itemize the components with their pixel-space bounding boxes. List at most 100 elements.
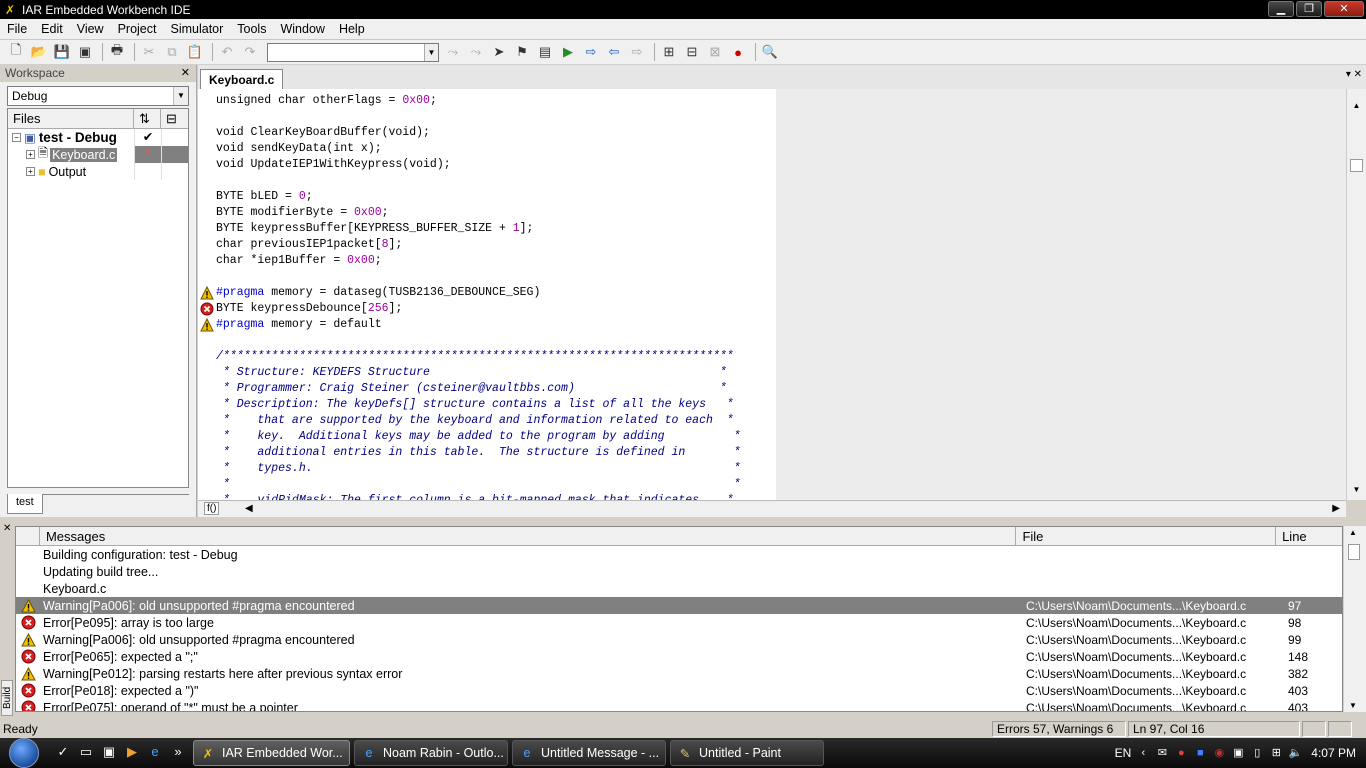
code-line[interactable]: * that are supported by the keyboard and… xyxy=(216,413,741,429)
expand-icon[interactable]: + xyxy=(26,150,35,159)
files-column-header[interactable]: Files xyxy=(8,109,134,128)
tab-test[interactable]: test xyxy=(7,494,43,514)
message-row[interactable]: Warning[Pe012]: parsing restarts here af… xyxy=(16,665,1342,682)
message-row[interactable]: Warning[Pa006]: old unsupported #pragma … xyxy=(16,597,1342,614)
scroll-thumb[interactable] xyxy=(1350,159,1363,172)
find-prev-icon[interactable]: ⤳ xyxy=(466,42,486,62)
code-line[interactable]: BYTE keypressDebounce[256]; xyxy=(200,301,741,317)
task-paint[interactable]: ✎ Untitled - Paint xyxy=(670,740,824,766)
code-line[interactable]: char *iep1Buffer = 0x00; xyxy=(216,253,741,269)
line-column-header[interactable]: Line xyxy=(1276,527,1342,545)
find-combo[interactable]: ▼ xyxy=(267,42,439,62)
menu-file[interactable]: File xyxy=(0,22,34,36)
expand-icon[interactable]: + xyxy=(26,167,35,176)
code-line[interactable]: * additional entries in this table. The … xyxy=(216,445,741,461)
messages-scrollbar[interactable]: ▲ ▼ xyxy=(1344,526,1366,712)
code-line[interactable]: void UpdateIEP1WithKeypress(void); xyxy=(216,157,741,173)
tray-app-icon[interactable]: ▣ xyxy=(1231,746,1245,760)
new-file-icon[interactable]: 🗋 xyxy=(6,42,26,62)
code-line[interactable]: BYTE modifierByte = 0x00; xyxy=(216,205,741,221)
code-text[interactable]: unsigned char otherFlags = 0x00; void Cle… xyxy=(200,93,741,509)
start-button[interactable] xyxy=(0,738,48,768)
message-row[interactable]: Updating build tree... xyxy=(16,563,1342,580)
undo-icon[interactable]: ↶ xyxy=(217,42,237,62)
menu-edit[interactable]: Edit xyxy=(34,22,70,36)
quick-launch-overflow-icon[interactable]: » xyxy=(169,744,187,762)
battery-icon[interactable]: ▯ xyxy=(1250,746,1264,760)
code-line[interactable]: * Structure: KEYDEFS Structure * xyxy=(216,365,741,381)
function-nav-button[interactable]: f() xyxy=(204,502,220,515)
compile-icon[interactable]: ⊞ xyxy=(659,42,679,62)
stop-build-icon[interactable]: ⊠ xyxy=(705,42,725,62)
code-line[interactable] xyxy=(216,173,741,189)
code-line[interactable]: BYTE bLED = 0; xyxy=(216,189,741,205)
clock[interactable]: 4:07 PM xyxy=(1311,746,1356,760)
network-icon[interactable]: ⊞ xyxy=(1269,746,1283,760)
code-editor[interactable]: unsigned char otherFlags = 0x00; void Cle… xyxy=(198,89,1346,507)
menu-help[interactable]: Help xyxy=(332,22,372,36)
language-indicator[interactable]: EN xyxy=(1115,746,1132,760)
tab-keyboard-c[interactable]: Keyboard.c xyxy=(200,69,284,89)
toggle-bookmark-icon[interactable]: ⚑ xyxy=(512,42,532,62)
menu-view[interactable]: View xyxy=(70,22,111,36)
scroll-up-icon[interactable]: ▲ xyxy=(1349,528,1357,537)
code-line[interactable]: char previousIEP1packet[8]; xyxy=(216,237,741,253)
menu-project[interactable]: Project xyxy=(111,22,164,36)
toggle-breakpoint-icon[interactable]: ● xyxy=(728,42,748,62)
code-line[interactable] xyxy=(216,269,741,285)
code-line[interactable]: void ClearKeyBoardBuffer(void); xyxy=(216,125,741,141)
next-bookmark-icon[interactable]: ▶ xyxy=(558,42,578,62)
navigate-disabled-icon[interactable]: ⇨ xyxy=(627,42,647,62)
message-row[interactable]: Warning[Pa006]: old unsupported #pragma … xyxy=(16,631,1342,648)
make-icon[interactable]: ⊟ xyxy=(682,42,702,62)
menu-tools[interactable]: Tools xyxy=(230,22,273,36)
scroll-down-icon[interactable]: ▼ xyxy=(1349,701,1357,710)
print-icon[interactable]: 🖶 xyxy=(107,42,127,62)
warning-icon[interactable] xyxy=(200,285,214,300)
copy-icon[interactable]: ⧉ xyxy=(162,42,182,62)
media-player-icon[interactable]: ▶ xyxy=(123,744,141,762)
go-to-icon[interactable]: ➤ xyxy=(489,42,509,62)
message-row[interactable]: Error[Pe095]: array is too large C:\Users… xyxy=(16,614,1342,631)
navigate-back-icon[interactable]: ⇦ xyxy=(604,42,624,62)
show-desktop-icon[interactable]: ▭ xyxy=(77,744,95,762)
code-line[interactable]: * key. Additional keys may be added to t… xyxy=(216,429,741,445)
code-line[interactable]: * * xyxy=(216,477,741,493)
switch-windows-icon[interactable]: ✓ xyxy=(54,744,72,762)
code-line[interactable]: BYTE keypressBuffer[KEYPRESS_BUFFER_SIZE… xyxy=(216,221,741,237)
menu-simulator[interactable]: Simulator xyxy=(163,22,230,36)
paste-icon[interactable]: 📋 xyxy=(185,42,205,62)
restore-button[interactable]: ❐ xyxy=(1296,1,1322,17)
cut-icon[interactable]: ✂ xyxy=(139,42,159,62)
explorer-icon[interactable]: ▣ xyxy=(100,744,118,762)
close-button[interactable]: ✕ xyxy=(1324,1,1364,17)
code-line[interactable] xyxy=(216,109,741,125)
navigate-forward-icon[interactable]: ⇨ xyxy=(581,42,601,62)
tree-item-output[interactable]: + ■ Output xyxy=(8,163,188,180)
editor-tab-controls[interactable]: ▾ ✕ xyxy=(1346,69,1362,80)
debug-icon[interactable]: 🔍 xyxy=(760,42,780,62)
message-row[interactable]: Building configuration: test - Debug xyxy=(16,546,1342,563)
task-outlook[interactable]: e Noam Rabin - Outlo... xyxy=(354,740,508,766)
close-icon[interactable]: ✕ xyxy=(181,65,190,82)
scroll-left-icon[interactable]: ◀ xyxy=(245,503,253,514)
task-untitled-message[interactable]: e Untitled Message - ... xyxy=(512,740,666,766)
scroll-right-icon[interactable]: ▶ xyxy=(1332,503,1340,514)
tree-item-keyboard-c[interactable]: + 🗎 Keyboard.c * xyxy=(8,146,188,163)
scroll-thumb[interactable] xyxy=(1348,544,1360,560)
code-line[interactable]: void sendKeyData(int x); xyxy=(216,141,741,157)
tab-build[interactable]: Build xyxy=(1,680,13,716)
tray-app-icon[interactable]: ✉ xyxy=(1155,746,1169,760)
chevron-down-icon[interactable]: ▼ xyxy=(424,43,438,61)
bookmark-list-icon[interactable]: ▤ xyxy=(535,42,555,62)
tray-app-icon[interactable]: ◉ xyxy=(1212,746,1226,760)
error-icon[interactable] xyxy=(200,302,214,316)
ie-icon[interactable]: e xyxy=(146,744,164,762)
minimize-button[interactable]: ▁ xyxy=(1268,1,1294,17)
editor-horizontal-scrollbar[interactable]: f() ◀ ▶ xyxy=(198,500,1346,517)
options-column-icon[interactable]: ⊟ xyxy=(161,109,188,128)
find-next-icon[interactable]: ⤳ xyxy=(443,42,463,62)
messages-column-header[interactable]: Messages xyxy=(40,527,1017,545)
message-row[interactable]: Error[Pe065]: expected a ";" C:\Users\Noa… xyxy=(16,648,1342,665)
code-line[interactable]: #pragma memory = dataseg(TUSB2136_DEBOUN… xyxy=(200,285,741,301)
